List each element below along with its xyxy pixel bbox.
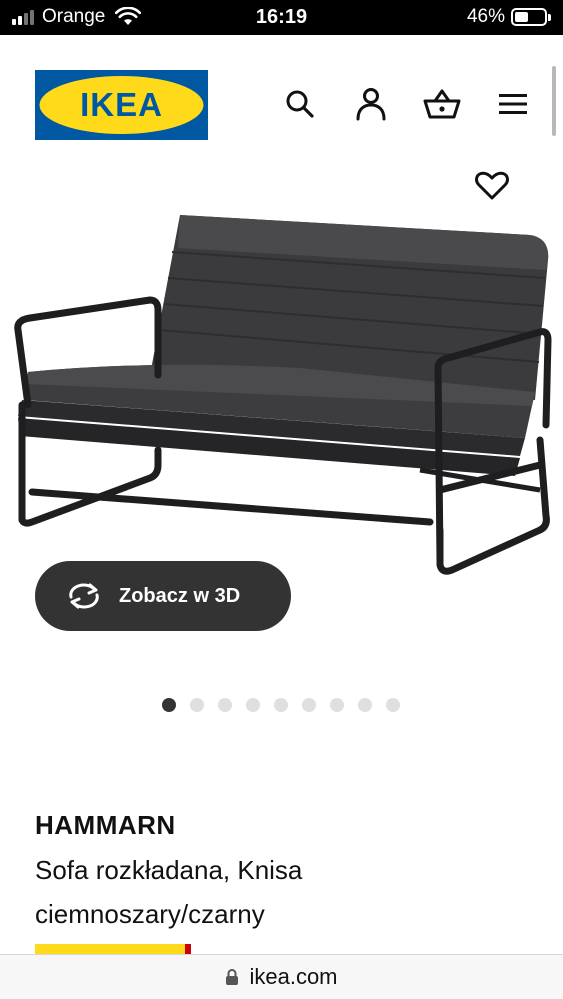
product-image[interactable] — [0, 160, 563, 590]
rotate-icon — [69, 583, 99, 609]
cart-button[interactable] — [422, 82, 462, 126]
url-text: ikea.com — [249, 964, 338, 989]
header-actions — [280, 82, 533, 126]
search-button[interactable] — [280, 82, 320, 126]
carousel-dots — [162, 698, 414, 712]
view-3d-button[interactable]: Zobacz w 3D — [35, 561, 291, 631]
carousel-dot[interactable] — [246, 698, 260, 712]
status-right: 46% — [467, 6, 551, 28]
product-name[interactable]: HAMMARN — [35, 810, 176, 841]
scrollbar[interactable] — [552, 66, 556, 136]
carousel-dot[interactable] — [386, 698, 400, 712]
carousel-dot[interactable] — [330, 698, 344, 712]
menu-button[interactable] — [493, 82, 533, 126]
ikea-logo-mark: IKEA — [35, 70, 208, 140]
battery-icon — [511, 8, 547, 26]
account-icon — [356, 88, 386, 121]
browser-url-bar[interactable]: ikea.com — [0, 954, 563, 999]
carousel-dot[interactable] — [190, 698, 204, 712]
search-icon — [286, 90, 314, 118]
lock-icon — [226, 969, 239, 985]
battery-level — [515, 12, 528, 22]
view-3d-label: Zobacz w 3D — [119, 584, 241, 607]
carousel-dot[interactable] — [162, 698, 176, 712]
carousel-dot[interactable] — [218, 698, 232, 712]
carousel-dot[interactable] — [302, 698, 316, 712]
battery-nub — [548, 13, 551, 21]
account-button[interactable] — [351, 82, 391, 126]
heart-icon[interactable] — [474, 170, 510, 202]
logo-text: IKEA — [80, 86, 163, 123]
ikea-logo[interactable]: IKEA — [35, 70, 208, 140]
carousel-dot[interactable] — [358, 698, 372, 712]
cart-icon — [423, 89, 461, 119]
battery-percent: 46% — [466, 6, 505, 27]
status-bar: Orange 16:19 46% — [0, 0, 563, 35]
menu-icon — [499, 94, 527, 114]
carousel-dot[interactable] — [274, 698, 288, 712]
product-description: Sofa rozkładana, Knisa ciemnoszary/czarn… — [35, 855, 303, 929]
